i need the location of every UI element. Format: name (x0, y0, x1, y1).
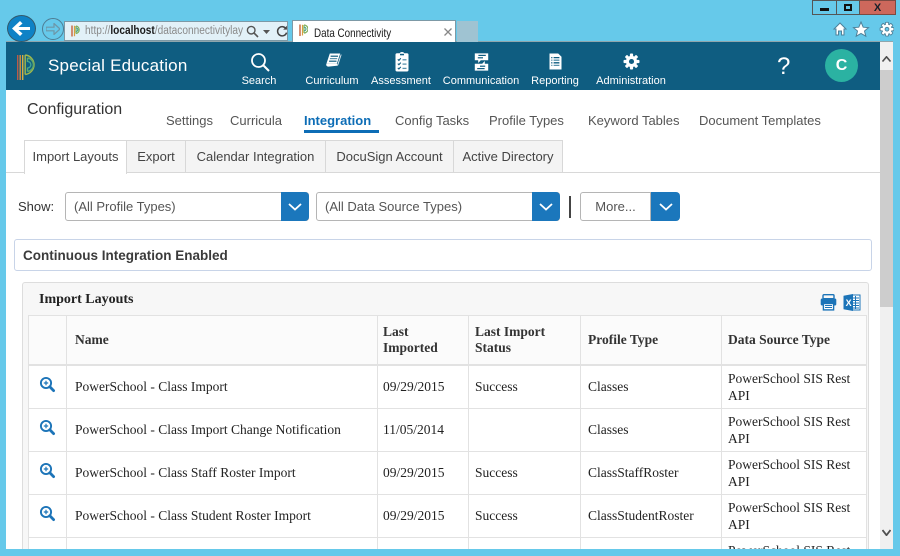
svg-text:X: X (846, 298, 852, 308)
